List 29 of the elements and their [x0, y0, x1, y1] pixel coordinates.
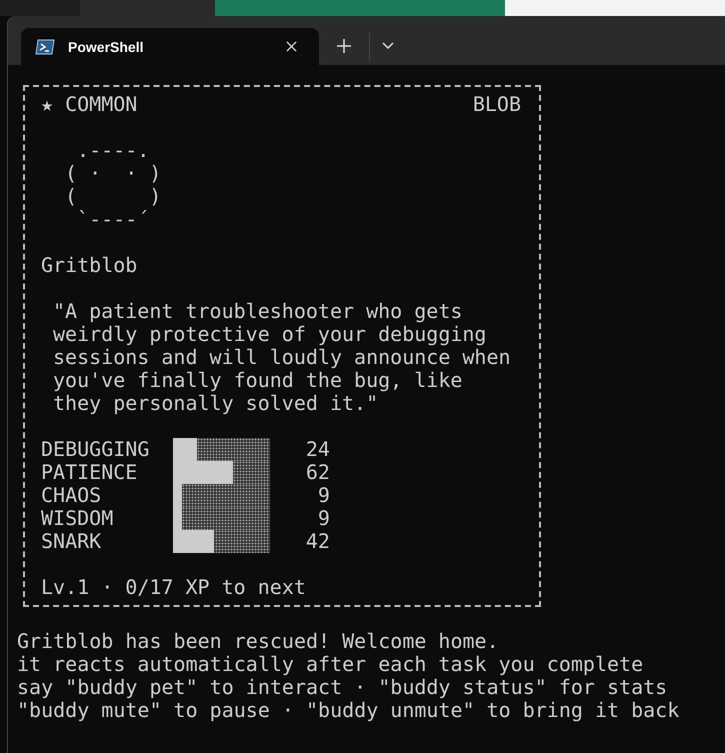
- buddy-description: "A patient troubleshooter who gets weirdly protective of your debugging sessions and will loudly announce when you've finally found the bug, like they personally solved it.": [52, 300, 512, 415]
- level-text: Lv.1 · 0/17 XP to next: [41, 576, 307, 599]
- stat-value: 24: [304, 438, 330, 461]
- output-line: say "buddy pet" to interact · "buddy status" for stats: [17, 676, 668, 699]
- ascii-art-line: `----´: [76, 208, 150, 231]
- output-line: Gritblob has been rescued! Welcome home.: [17, 630, 500, 653]
- stat-value: 62: [304, 461, 330, 484]
- ascii-art-line: .----.: [76, 139, 150, 162]
- stat-name: WISDOM: [41, 507, 114, 530]
- stat-value: 42: [304, 530, 330, 553]
- ascii-art-line: ( ): [65, 185, 162, 208]
- buddy-name: Gritblob: [41, 254, 138, 277]
- stat-value: 9: [316, 484, 330, 507]
- terminal-icon: [35, 38, 55, 54]
- close-icon[interactable]: [286, 41, 297, 52]
- stat-name: DEBUGGING: [41, 438, 150, 461]
- rarity-label: ★ COMMON: [41, 93, 138, 116]
- species-label: BLOB: [472, 93, 521, 116]
- dropdown-icon[interactable]: [382, 42, 394, 50]
- stat-name: CHAOS: [41, 484, 102, 507]
- output-line: it reacts automatically after each task you complete: [17, 653, 644, 676]
- new-tab-icon[interactable]: [337, 39, 351, 53]
- output-line: "buddy mute" to pause · "buddy unmute" to bring it back: [17, 699, 680, 722]
- tab-title: PowerShell: [68, 38, 144, 54]
- stat-value: 9: [316, 507, 330, 530]
- stat-name: SNARK: [41, 530, 102, 553]
- ascii-art-line: ( · · ): [65, 162, 162, 185]
- tab[interactable]: PowerShell: [21, 28, 319, 65]
- stat-name: PATIENCE: [41, 461, 138, 484]
